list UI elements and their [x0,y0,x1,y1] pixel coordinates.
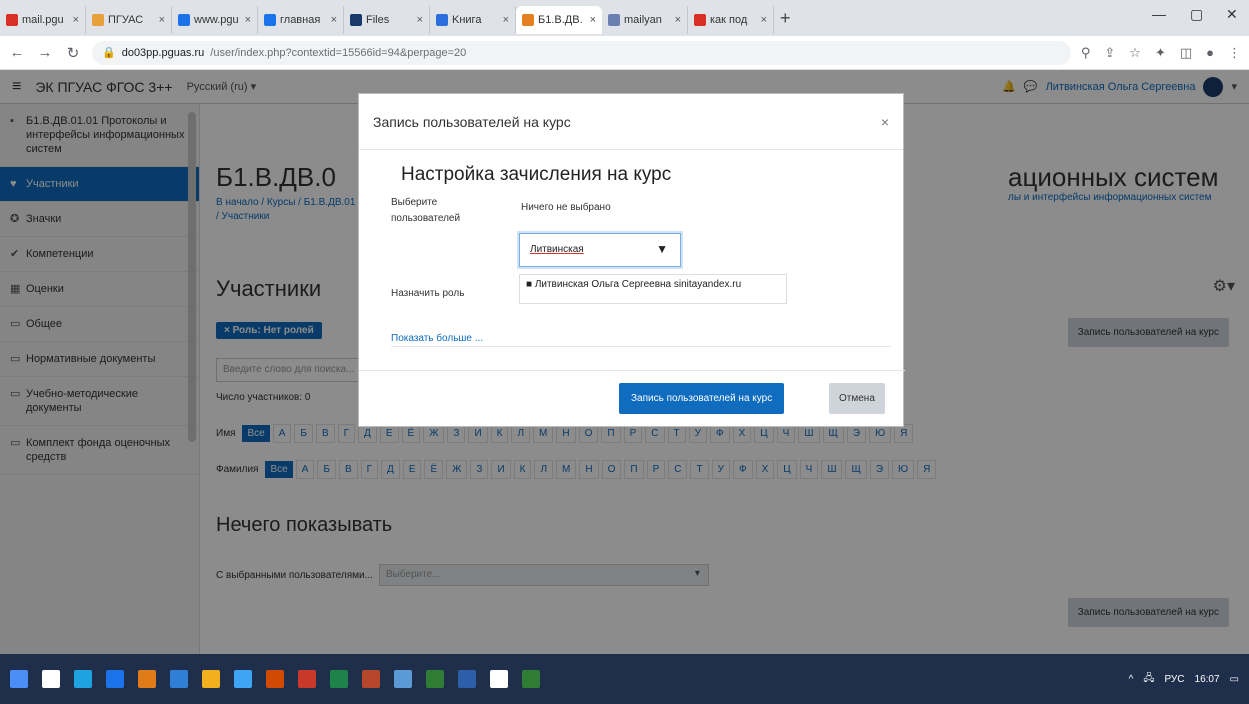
tab-label: Б1.В.ДВ. [538,14,583,26]
taskbar-app-icon[interactable] [202,670,220,688]
taskbar-app-icon[interactable] [362,670,380,688]
window-close-icon[interactable]: ✕ [1226,6,1238,23]
tab-close-icon[interactable]: × [159,14,165,26]
browser-tab[interactable]: mailyan × [602,6,688,34]
lock-icon: 🔒 [102,47,116,59]
taskbar-app-icon[interactable] [394,670,412,688]
sidepanel-icon[interactable]: ◫ [1180,45,1192,61]
enrol-settings-heading: Настройка зачисления на курс [401,164,672,185]
tab-favicon-icon [436,14,448,26]
taskbar-app-icon[interactable] [170,670,188,688]
dialog-title: Запись пользователей на курс [373,113,571,130]
browser-tab-bar: mail.pgu × ПГУАС × www.pgu × главная × Files × Kни… [0,0,1249,36]
taskbar-app-icon[interactable] [234,670,252,688]
user-search-input[interactable]: Литвинская ▼ [519,233,681,267]
tab-label: mail.pgu [22,14,64,26]
taskbar-app-icon[interactable] [458,670,476,688]
browser-tab[interactable]: Files × [344,6,430,34]
dropdown-caret-icon[interactable]: ▼ [656,242,668,256]
tab-label: www.pgu [194,14,239,26]
user-search-value: Литвинская [530,244,584,255]
close-icon[interactable]: × [881,114,889,130]
language-indicator[interactable]: РУС [1164,674,1184,685]
browser-tab[interactable]: как под × [688,6,774,34]
tab-favicon-icon [350,14,362,26]
selection-status: Ничего не выбрано [521,202,611,213]
tab-close-icon[interactable]: × [245,14,251,26]
tab-close-icon[interactable]: × [503,14,509,26]
profile-icon[interactable]: ● [1206,45,1214,61]
url-host: do03pp.pguas.ru [121,46,205,59]
taskbar-app-icon[interactable] [106,670,124,688]
tab-close-icon[interactable]: × [675,14,681,26]
enrol-users-dialog: Запись пользователей на курс × Настройка… [358,93,905,427]
tab-favicon-icon [92,14,104,26]
taskbar-app-icon[interactable] [330,670,348,688]
new-tab-icon[interactable]: + [780,8,791,29]
assign-role-label: Назначить роль [391,288,465,299]
taskbar-app-icon[interactable] [298,670,316,688]
notifications-icon[interactable]: ▭ [1230,674,1239,685]
taskbar-app-icon[interactable] [138,670,156,688]
tray-chevron-icon[interactable]: ^ [1129,674,1134,685]
tab-label: как под [710,14,748,26]
tab-close-icon[interactable]: × [761,14,767,26]
taskbar-app-icon[interactable] [74,670,92,688]
browser-tab[interactable]: главная × [258,6,344,34]
cancel-button[interactable]: Отмена [829,383,885,414]
url-input[interactable]: 🔒 do03pp.pguas.ru/user/index.php?context… [92,40,1071,65]
reload-icon[interactable]: ↻ [64,44,82,62]
tab-favicon-icon [522,14,534,26]
start-icon[interactable] [10,670,28,688]
tab-favicon-icon [264,14,276,26]
tab-close-icon[interactable]: × [73,14,79,26]
tab-label: Kнига [452,14,482,26]
browser-tab[interactable]: mail.pgu × [0,6,86,34]
zoom-icon[interactable]: ⚲ [1081,45,1091,61]
browser-tab[interactable]: ПГУАС × [86,6,172,34]
forward-icon[interactable]: → [36,44,54,61]
windows-taskbar: ^ 🖧 РУС 16:07 ▭ [0,654,1249,704]
taskbar-app-icon[interactable] [522,670,540,688]
minimize-icon[interactable]: — [1152,6,1166,22]
tab-favicon-icon [178,14,190,26]
address-bar: ← → ↻ 🔒 do03pp.pguas.ru/user/index.php?c… [0,36,1249,70]
browser-tab[interactable]: Б1.В.ДВ. × [516,6,602,34]
tab-close-icon[interactable]: × [331,14,337,26]
enrol-users-button[interactable]: Запись пользователей на курс [619,383,785,414]
tab-favicon-icon [6,14,18,26]
browser-tab[interactable]: Kнига × [430,6,516,34]
menu-icon[interactable]: ⋮ [1228,45,1241,61]
divider [391,346,891,347]
tab-label: ПГУАС [108,14,144,26]
share-icon[interactable]: ⇪ [1104,45,1115,61]
select-users-label: Выберите пользователей [391,197,461,224]
taskbar-app-icon[interactable] [42,670,60,688]
tab-label: mailyan [624,14,662,26]
tab-close-icon[interactable]: × [417,14,423,26]
tab-label: Files [366,14,390,26]
extensions-icon[interactable]: ✦ [1155,45,1166,61]
bookmark-star-icon[interactable]: ☆ [1129,45,1141,61]
user-suggestion-item[interactable]: ■ Литвинская Ольга Сергеевна sinitayande… [519,274,787,304]
show-more-link[interactable]: Показать больше ... [391,333,483,344]
tab-favicon-icon [694,14,706,26]
back-icon[interactable]: ← [8,44,26,61]
tab-close-icon[interactable]: × [590,14,596,26]
taskbar-app-icon[interactable] [490,670,508,688]
network-icon[interactable]: 🖧 [1143,671,1154,688]
tab-label: главная [280,14,321,26]
taskbar-app-icon[interactable] [266,670,284,688]
tab-favicon-icon [608,14,620,26]
clock[interactable]: 16:07 [1195,674,1220,685]
browser-tab[interactable]: www.pgu × [172,6,258,34]
maximize-icon[interactable]: ▢ [1190,6,1203,23]
url-path: /user/index.php?contextid=15566id=94&per… [210,46,467,59]
taskbar-app-icon[interactable] [426,670,444,688]
suggestion-text: Литвинская Ольга Сергеевна sinitayandex.… [534,279,742,290]
